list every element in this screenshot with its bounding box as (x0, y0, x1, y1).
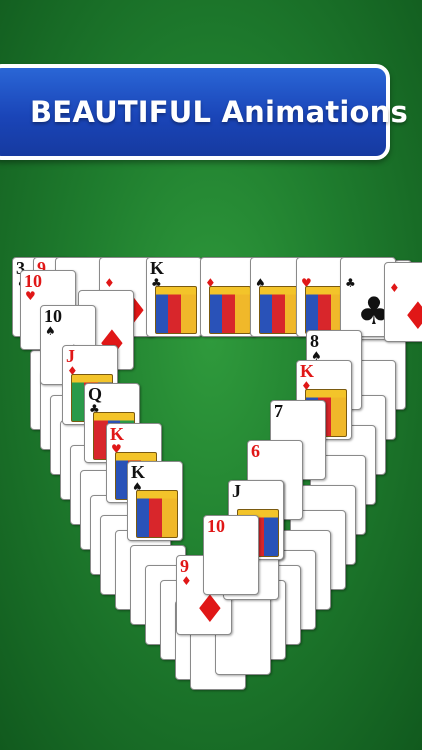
card-rank: 10 (44, 306, 62, 326)
card-suit-icon: ♦ (389, 281, 400, 295)
card-rank: 10 (207, 516, 225, 536)
card-suit-icon: ♠ (45, 324, 56, 338)
playing-card[interactable]: K ♠ (127, 461, 183, 541)
card-rank: K (150, 258, 165, 278)
card-suit-icon: ♣ (345, 276, 356, 290)
card-rank: Q (88, 384, 103, 404)
card-suit-icon: ♦ (104, 276, 115, 290)
playing-card[interactable]: ♦♦ (384, 262, 422, 342)
face-card-portrait (136, 490, 178, 538)
face-card-portrait (155, 286, 197, 334)
playing-card[interactable]: 10 (203, 515, 259, 595)
face-card-portrait (209, 286, 251, 334)
card-rank: K (300, 361, 315, 381)
playing-card[interactable]: ♦ (200, 257, 256, 337)
card-pip-icon: ♦ (401, 297, 422, 335)
card-rank: 9 (180, 556, 189, 576)
card-rank: 10 (24, 271, 42, 291)
card-rank: J (66, 346, 75, 366)
card-tableau: 3♠♠9♥♥♠♠♦♦10♥♥♦♦10♠♠J♦Q♣K♥K♠9♦♦♠♠K♣♦♠♥♣♣… (0, 0, 422, 750)
card-rank: J (232, 481, 241, 501)
card-rank: 8 (310, 331, 319, 351)
card-rank: K (131, 462, 146, 482)
card-suit-icon: ♦ (181, 574, 192, 588)
face-card-portrait (259, 286, 301, 334)
playing-card[interactable]: K ♣ (146, 257, 202, 337)
card-rank: K (110, 424, 125, 444)
card-suit-icon: ♥ (25, 289, 36, 303)
card-rank: 7 (274, 401, 283, 421)
card-rank: 6 (251, 441, 260, 461)
card-pip-icon: ♦ (192, 587, 227, 631)
